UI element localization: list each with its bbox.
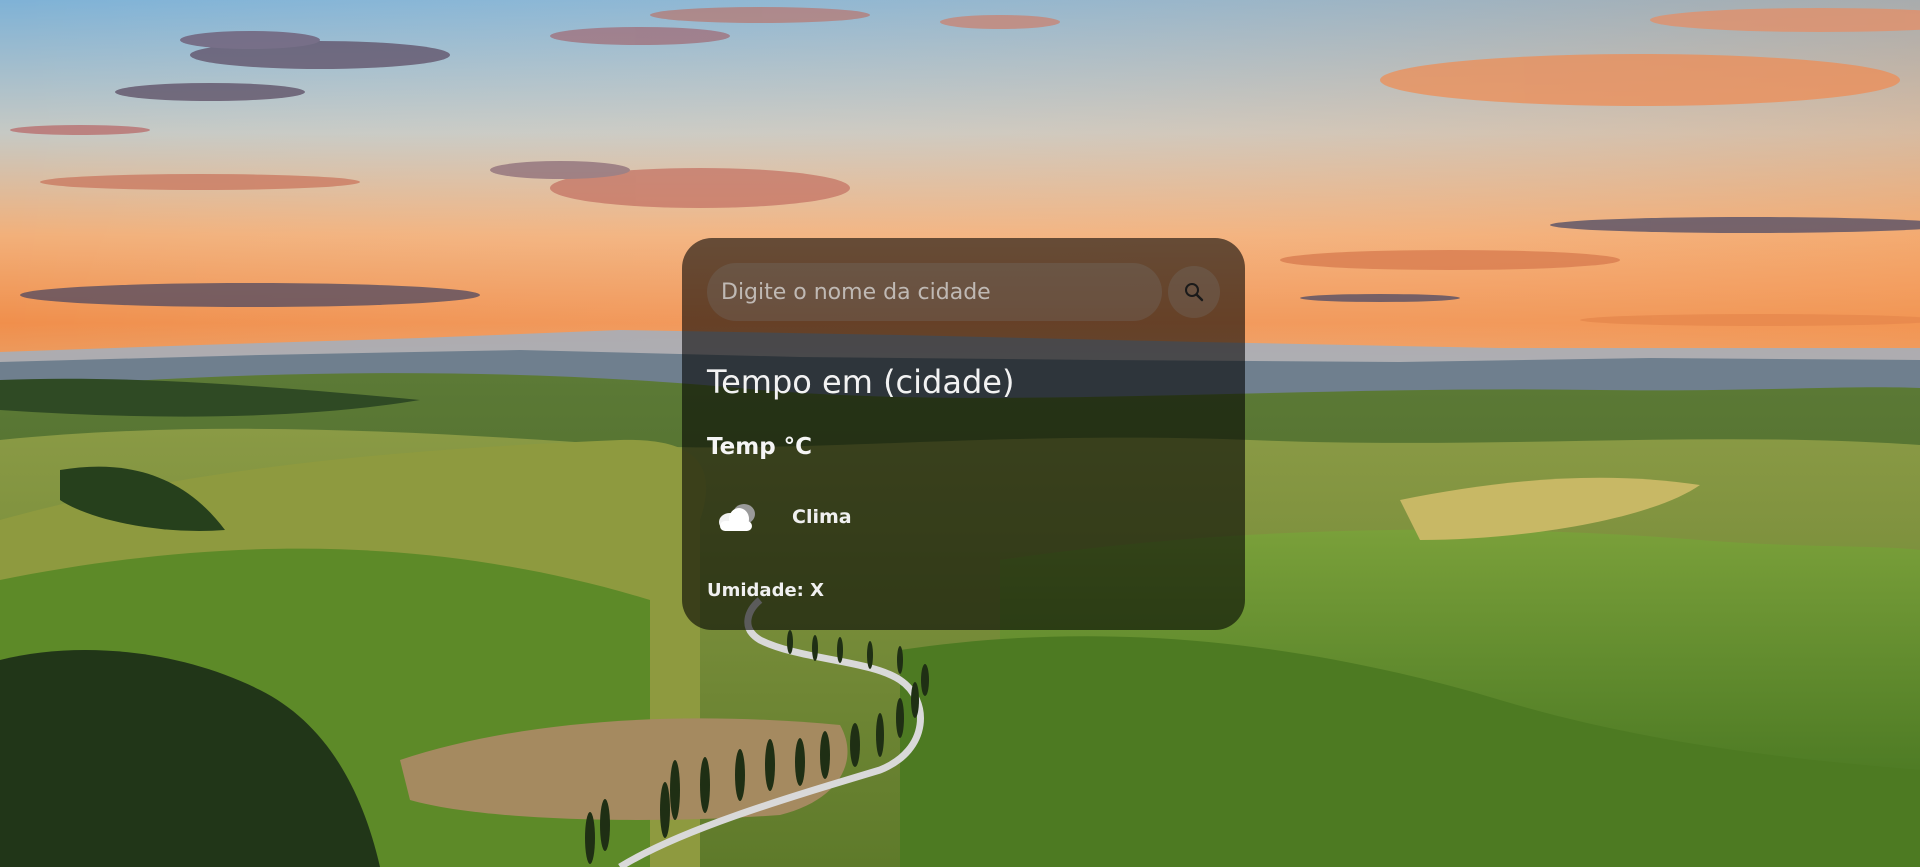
- weather-description: Clima: [792, 506, 852, 528]
- weather-card: Tempo em (cidade) Temp °C Clima Umidade:…: [682, 238, 1245, 630]
- search-icon: [1185, 283, 1204, 302]
- city-search-input[interactable]: [707, 263, 1163, 321]
- search-bar: [707, 263, 1220, 321]
- search-button[interactable]: [1168, 266, 1220, 318]
- city-title: Tempo em (cidade): [707, 363, 1015, 401]
- cloud-icon: [719, 504, 755, 531]
- weather-condition: Clima: [714, 500, 852, 534]
- temperature: Temp °C: [707, 434, 813, 460]
- humidity: Umidade: X: [707, 580, 825, 601]
